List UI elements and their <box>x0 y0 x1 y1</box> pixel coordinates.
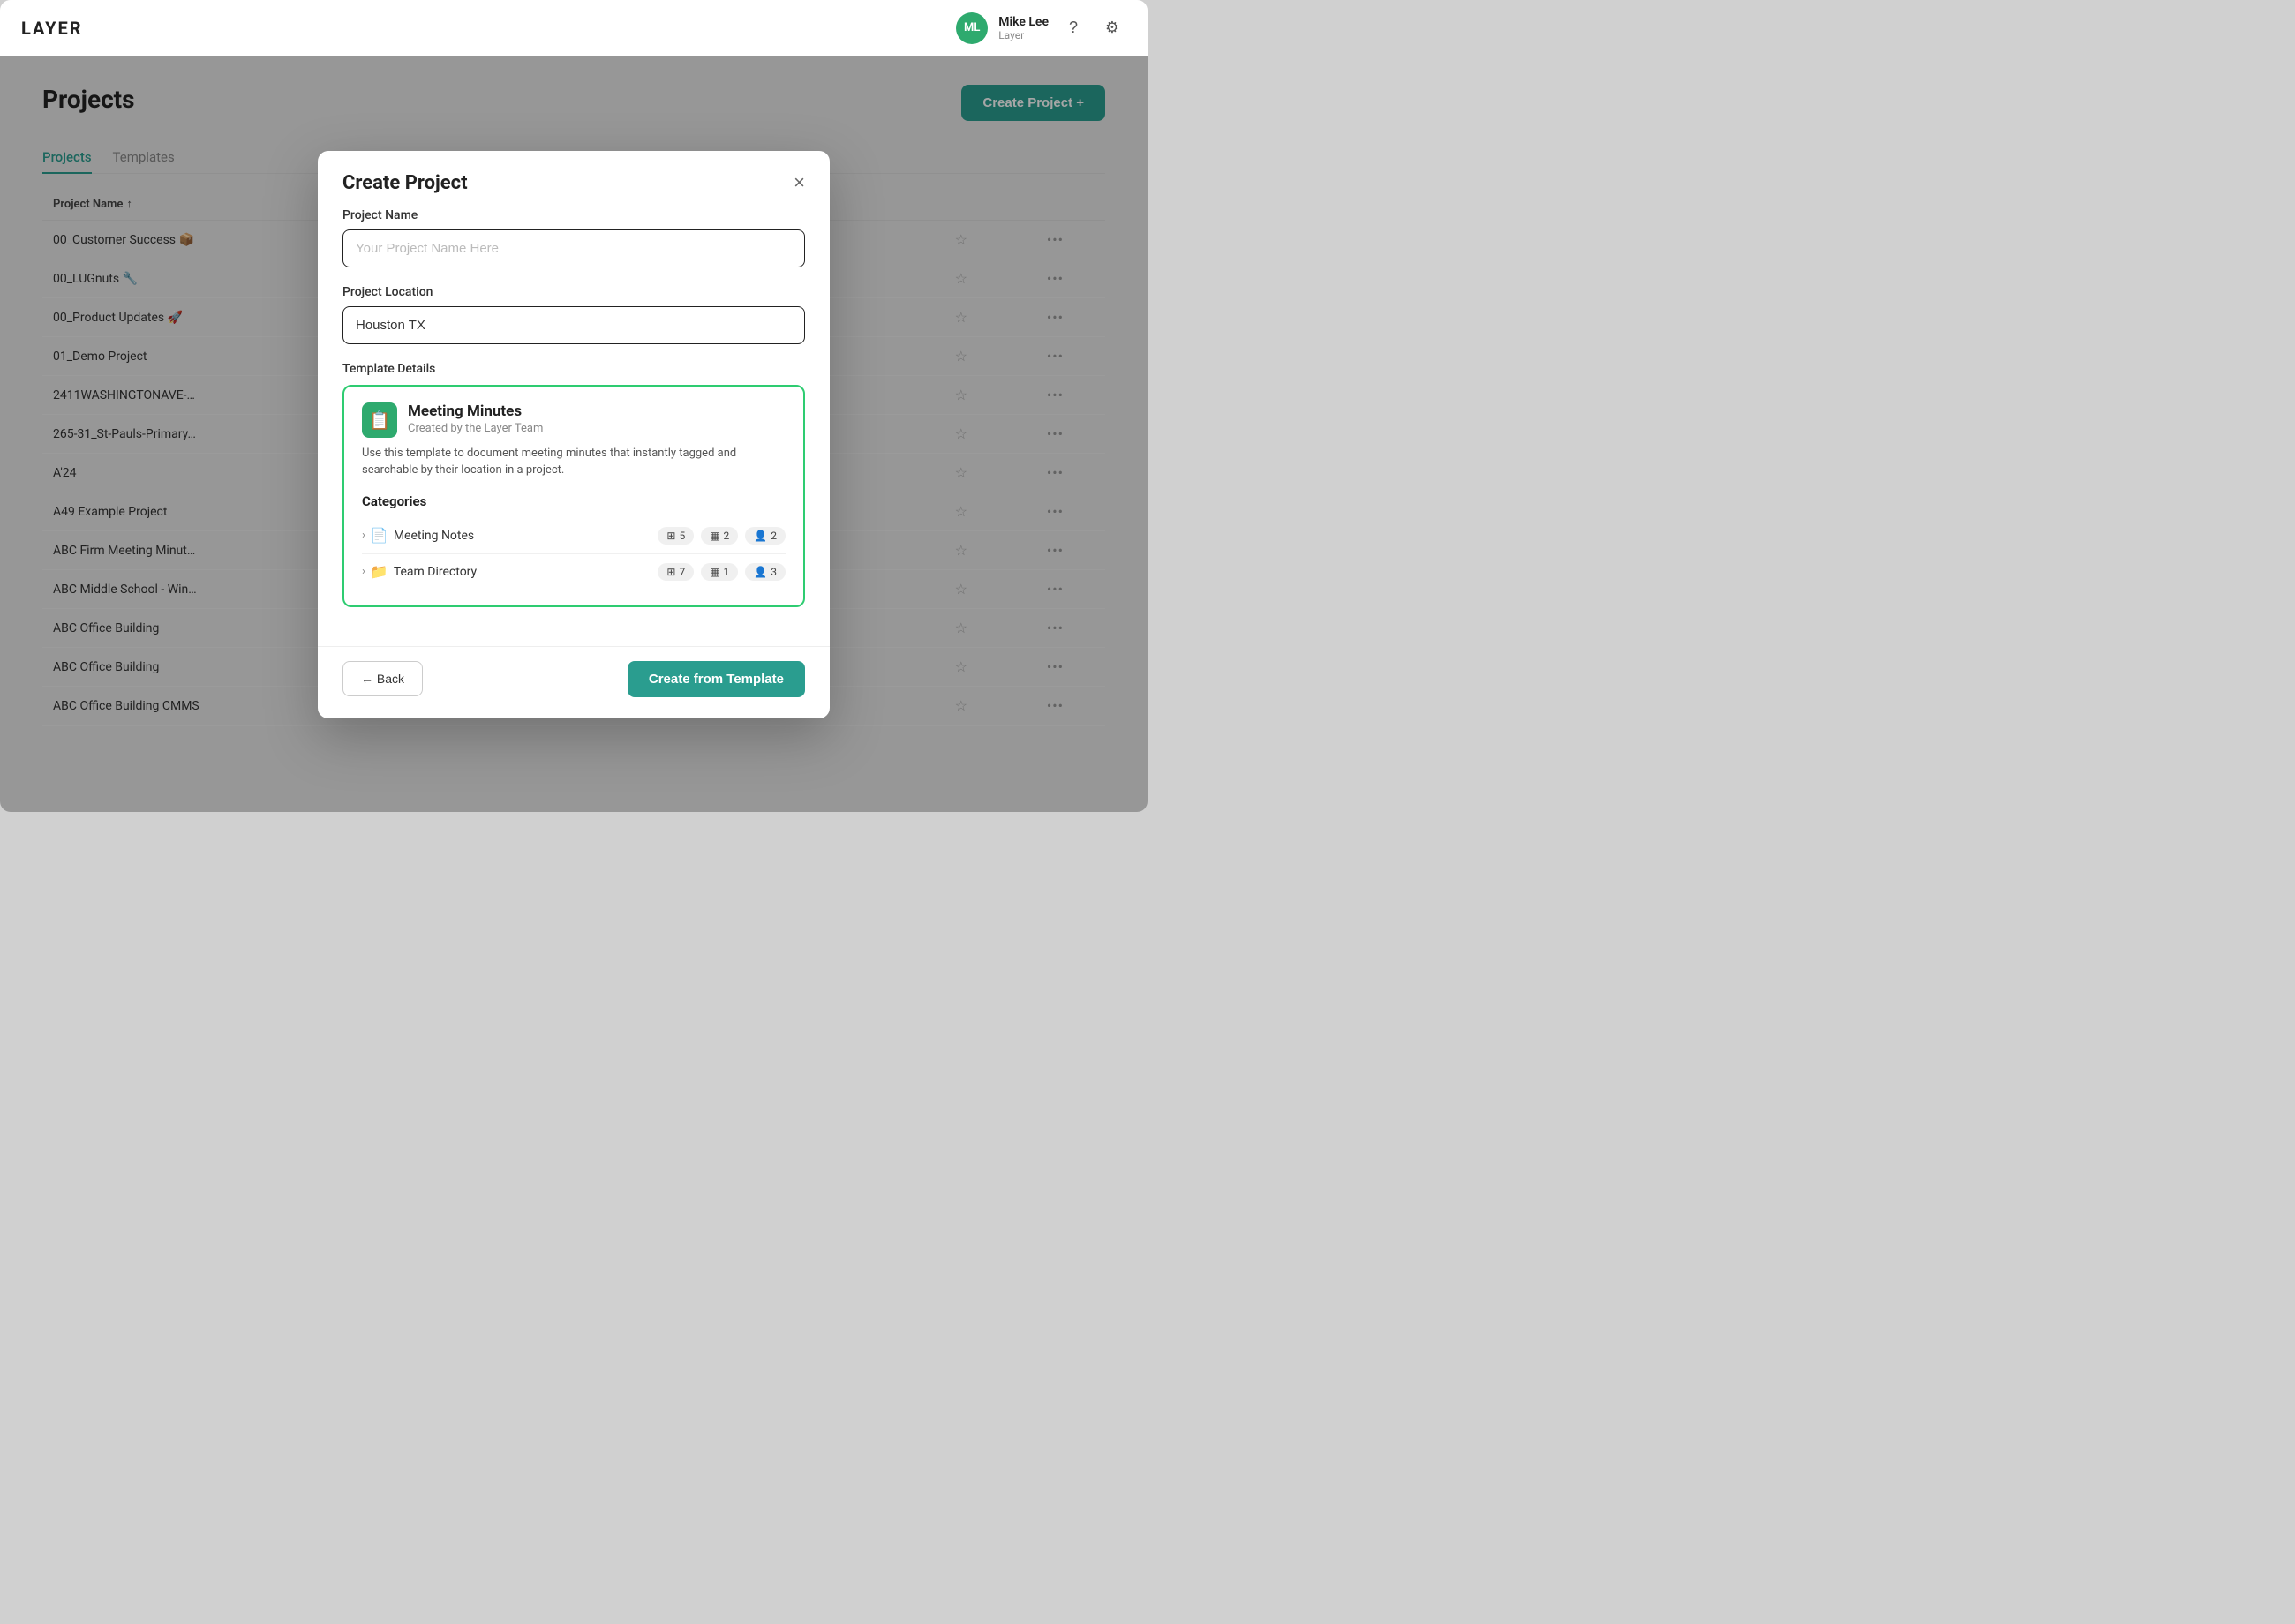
create-from-template-button[interactable]: Create from Template <box>628 661 805 697</box>
template-icon: 📋 <box>362 402 397 438</box>
back-button[interactable]: ← Back <box>342 661 423 696</box>
template-details-group: Template Details 📋 Meeting Minutes Creat… <box>342 362 805 607</box>
modal-close-button[interactable]: × <box>794 173 805 192</box>
project-name-input[interactable] <box>342 229 805 267</box>
stat-badge: ⊞ 7 <box>658 563 694 581</box>
category-name: Meeting Notes <box>394 529 658 543</box>
category-row: › 📁 Team Directory ⊞ 7 ▦ 1 👤 3 <box>362 553 786 590</box>
project-name-group: Project Name <box>342 208 805 267</box>
stat-count: 7 <box>679 566 685 578</box>
category-stats: ⊞ 5 ▦ 2 👤 2 <box>658 527 786 545</box>
category-emoji: 📁 <box>371 563 388 580</box>
stat-icon: 👤 <box>754 566 767 578</box>
main-content: Projects Create Project + Projects Templ… <box>0 56 1148 812</box>
stat-badge: 👤 3 <box>745 563 786 581</box>
template-description: Use this template to document meeting mi… <box>362 445 786 479</box>
stat-count: 2 <box>771 530 777 542</box>
stat-icon: ⊞ <box>666 566 675 578</box>
nav-right: ML Mike Lee Layer ? ⚙ <box>956 12 1126 44</box>
create-project-modal: Create Project × Project Name Project Lo… <box>318 151 830 718</box>
stat-count: 2 <box>724 530 730 542</box>
stat-badge: 👤 2 <box>745 527 786 545</box>
avatar: ML <box>956 12 988 44</box>
chevron-icon[interactable]: › <box>362 529 365 542</box>
project-location-label: Project Location <box>342 285 805 299</box>
modal-header: Create Project × <box>318 151 830 208</box>
template-card: 📋 Meeting Minutes Created by the Layer T… <box>342 385 805 607</box>
stat-icon: ▦ <box>710 566 719 578</box>
modal-footer: ← Back Create from Template <box>318 646 830 718</box>
category-row: › 📄 Meeting Notes ⊞ 5 ▦ 2 👤 2 <box>362 518 786 553</box>
project-location-input[interactable] <box>342 306 805 344</box>
stat-badge: ⊞ 5 <box>658 527 694 545</box>
help-icon: ? <box>1069 19 1078 37</box>
template-info: Meeting Minutes Created by the Layer Tea… <box>408 402 543 435</box>
stat-count: 1 <box>724 566 730 578</box>
modal-body: Project Name Project Location Template D… <box>318 208 830 646</box>
app-logo: LAYER <box>21 18 83 39</box>
user-name: Mike Lee <box>998 15 1049 29</box>
user-info: Mike Lee Layer <box>998 15 1049 41</box>
template-name: Meeting Minutes <box>408 402 543 420</box>
stat-count: 5 <box>679 530 685 542</box>
help-button[interactable]: ? <box>1059 14 1087 42</box>
stat-badge: ▦ 2 <box>701 527 738 545</box>
category-emoji: 📄 <box>371 527 388 544</box>
modal-title: Create Project <box>342 172 468 194</box>
settings-button[interactable]: ⚙ <box>1098 14 1126 42</box>
template-card-header: 📋 Meeting Minutes Created by the Layer T… <box>362 402 786 438</box>
template-author: Created by the Layer Team <box>408 422 543 435</box>
stat-icon: ▦ <box>710 530 719 542</box>
categories-label: Categories <box>362 493 786 509</box>
stat-badge: ▦ 1 <box>701 563 738 581</box>
category-stats: ⊞ 7 ▦ 1 👤 3 <box>658 563 786 581</box>
category-name: Team Directory <box>394 565 658 579</box>
project-location-group: Project Location <box>342 285 805 344</box>
user-subtitle: Layer <box>998 29 1049 41</box>
settings-icon: ⚙ <box>1105 19 1119 37</box>
template-details-label: Template Details <box>342 362 805 376</box>
stat-icon: ⊞ <box>666 530 675 542</box>
stat-count: 3 <box>771 566 777 578</box>
categories-list: › 📄 Meeting Notes ⊞ 5 ▦ 2 👤 2 › 📁 Team D… <box>362 518 786 590</box>
chevron-icon[interactable]: › <box>362 565 365 578</box>
navbar: LAYER ML Mike Lee Layer ? ⚙ <box>0 0 1148 56</box>
app-shell: LAYER ML Mike Lee Layer ? ⚙ Projects Cre… <box>0 0 1148 812</box>
modal-overlay: Create Project × Project Name Project Lo… <box>0 56 1148 812</box>
project-name-label: Project Name <box>342 208 805 222</box>
stat-icon: 👤 <box>754 530 767 542</box>
